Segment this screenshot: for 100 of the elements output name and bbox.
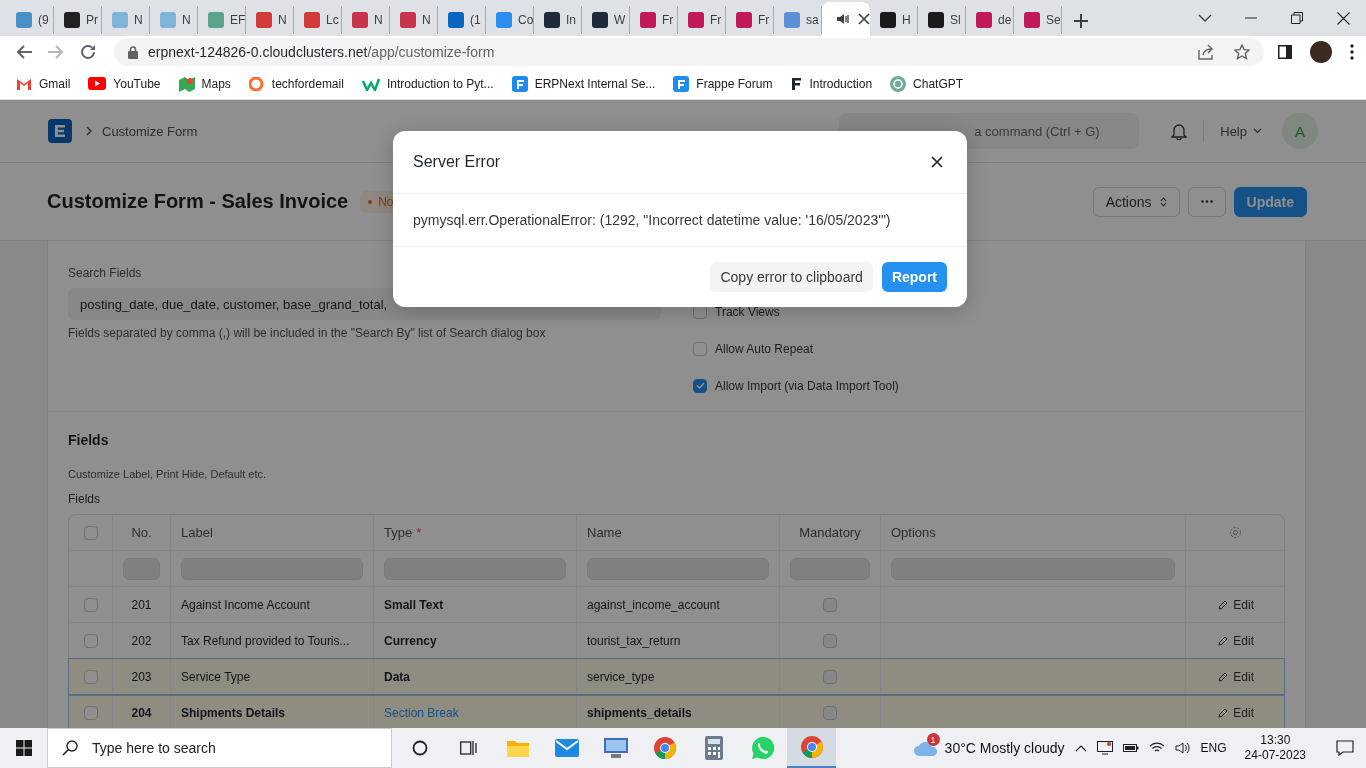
section-description: Customize Label, Print Hide, Default etc. (68, 468, 268, 480)
edit-button[interactable]: Edit (1218, 705, 1254, 720)
back-icon (16, 45, 32, 59)
close-icon (1336, 11, 1350, 25)
bookmark-link[interactable]: ERPNext Internal Se... (534, 76, 656, 91)
actions-button[interactable]: Actions (1092, 186, 1180, 217)
mandatory-checkbox[interactable] (823, 705, 837, 720)
row-checkbox[interactable] (83, 705, 98, 720)
more-icon (1200, 200, 1213, 203)
search-icon (62, 740, 78, 756)
checkbox[interactable] (693, 341, 707, 356)
row-checkbox[interactable] (83, 633, 98, 648)
select-all-checkbox[interactable] (83, 525, 98, 540)
browser-tab[interactable]: de (966, 6, 1014, 34)
checkbox[interactable] (693, 378, 707, 393)
browser-tab[interactable]: H (870, 6, 918, 34)
browser-tab[interactable]: EF (198, 6, 246, 34)
address-bar[interactable]: erpnext-124826-0.cloudclusters.net/app/customize-form (114, 38, 1264, 66)
browser-tab[interactable]: Pr (54, 6, 102, 34)
browser-tab[interactable]: Sl (918, 6, 966, 34)
checkbox-label: Allow Import (via Data Import Tool) (715, 378, 899, 393)
chrome-icon (799, 735, 824, 759)
tab-title: Pr (86, 13, 98, 27)
mandatory-checkbox[interactable] (823, 633, 837, 648)
bookmark-link[interactable]: Introduction to Pyt... (386, 76, 494, 91)
cloud-icon (912, 739, 939, 757)
bookmark-link[interactable]: Frappe Forum (696, 76, 773, 91)
plus-icon (1074, 14, 1088, 28)
more-button[interactable] (1187, 186, 1226, 217)
browser-tab[interactable]: Co (486, 6, 534, 34)
table-cell: against_income_account (587, 597, 720, 612)
table-cell: Currency (384, 633, 437, 648)
caret-down-icon (1198, 14, 1212, 22)
bookmark-link[interactable]: techfordemail (271, 76, 344, 91)
mandatory-checkbox[interactable] (823, 597, 837, 612)
more-vertical-icon (1350, 44, 1354, 60)
folder-icon (505, 738, 530, 758)
table-cell: Section Break (384, 705, 459, 720)
taskbar-search-field[interactable]: Type here to search (47, 728, 392, 768)
table-cell: Shipments Details (181, 705, 286, 720)
table-label: Fields (68, 492, 101, 506)
browser-tab[interactable]: Se (1014, 6, 1062, 34)
browser-tab[interactable]: N (102, 6, 150, 34)
bookmark-link[interactable]: Introduction (809, 76, 873, 91)
row-checkbox[interactable] (83, 669, 98, 684)
sort-icon (1159, 196, 1167, 207)
browser-tab[interactable]: Fr (630, 6, 678, 34)
weather-text[interactable]: 30°C Mostly cloudy (944, 740, 1065, 756)
table-row[interactable]: 204 Shipments Details Section Break shipments_details Edit (69, 695, 1284, 728)
breadcrumb-link[interactable]: Customize Form (102, 123, 198, 139)
browser-tab[interactable]: Lc (294, 6, 342, 34)
tab-title: In (566, 13, 576, 27)
column-header: Options (891, 525, 936, 540)
language-indicator[interactable]: ENG (1200, 741, 1227, 755)
calculator-icon (704, 736, 723, 760)
edit-button[interactable]: Edit (1218, 597, 1254, 612)
column-header: Type * (384, 525, 422, 540)
browser-tab[interactable] (822, 2, 870, 36)
row-checkbox[interactable] (83, 597, 98, 612)
mail-icon (554, 739, 579, 757)
column-header: Mandatory (799, 525, 861, 540)
edit-button[interactable]: Edit (1218, 633, 1254, 648)
taskbar-app[interactable] (787, 728, 836, 768)
browser-tab[interactable]: Fr (678, 6, 726, 34)
table-row[interactable]: 201 Against Income Account Small Text against_income_account Edit (69, 587, 1284, 623)
browser-tab[interactable]: In (534, 6, 582, 34)
bookmark-link[interactable]: YouTube (113, 76, 161, 91)
browser-tab[interactable]: N (150, 6, 198, 34)
settings-icon (1228, 526, 1242, 539)
column-header: Name (587, 525, 622, 540)
browser-tab[interactable]: Fr (726, 6, 774, 34)
bookmark-link[interactable]: ChatGPT (913, 76, 964, 91)
share-icon (1198, 44, 1214, 60)
bookmark-link[interactable]: Gmail (39, 76, 71, 91)
forward-icon (48, 45, 64, 59)
browser-tab[interactable]: (1 (438, 6, 486, 34)
bookmark-link[interactable]: Maps (201, 76, 231, 91)
copy-button[interactable]: Copy error to clipboard (710, 262, 873, 292)
mail-icon (16, 77, 32, 90)
clock[interactable]: 13:30 24-07-2023 (1244, 733, 1306, 763)
profile-avatar[interactable] (1310, 41, 1332, 63)
help-menu[interactable]: Help (1220, 123, 1262, 139)
browser-tab[interactable]: sa (774, 6, 822, 34)
browser-tab[interactable]: N (246, 6, 294, 34)
edit-button[interactable]: Edit (1218, 669, 1254, 684)
browser-tab[interactable]: (9 (6, 6, 54, 34)
column-header: Label (181, 525, 213, 540)
browser-tab[interactable]: W (582, 6, 630, 34)
section-title: Fields (68, 432, 110, 448)
mandatory-checkbox[interactable] (823, 669, 837, 684)
tab-title: Se (1046, 13, 1061, 27)
checkbox-label: Track Views (715, 304, 780, 319)
star-icon (1234, 44, 1250, 60)
browser-tab[interactable]: N (342, 6, 390, 34)
help-text: Fields separated by comma (,) will be included in the "Search By" list of Search dialog box (68, 326, 547, 340)
table-row[interactable]: 203 Service Type Data service_type Edit (69, 659, 1284, 695)
task-view-icon (459, 740, 478, 756)
browser-tab[interactable]: N (390, 6, 438, 34)
notification-icon (1336, 740, 1354, 756)
tab-title: H (902, 13, 911, 27)
